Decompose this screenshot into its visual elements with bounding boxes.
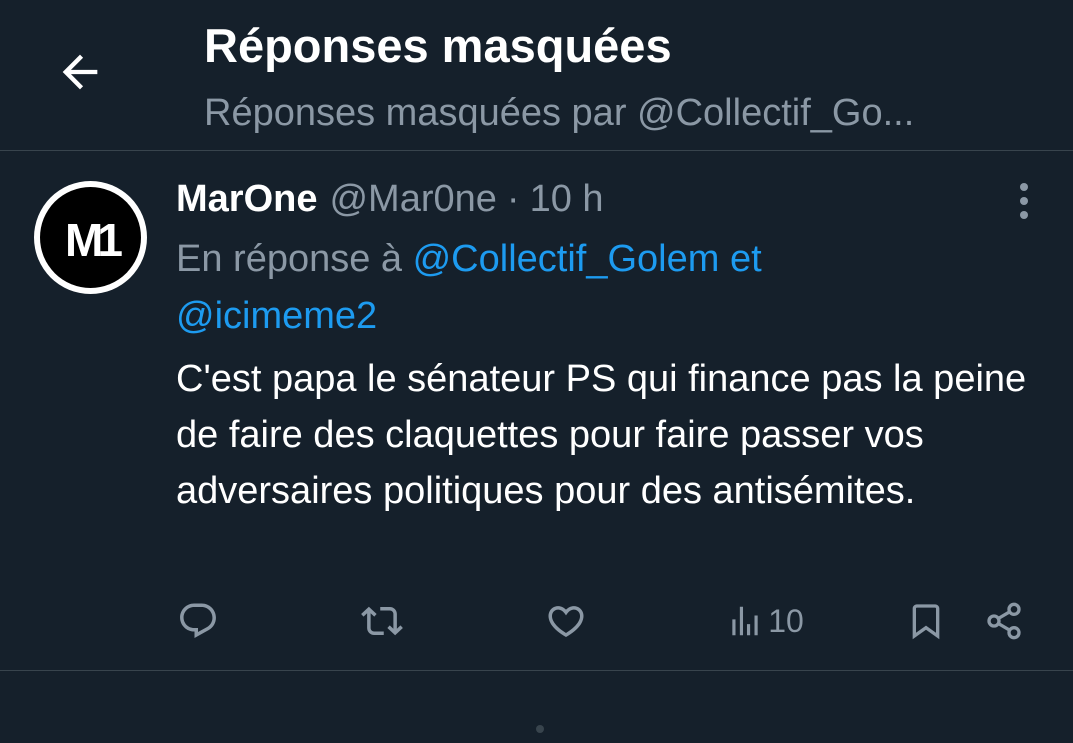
avatar-logo: M1 [40,187,141,288]
more-vertical-icon [1018,181,1030,226]
views-icon [726,602,764,640]
mention-link-collectif-golem[interactable]: @Collectif_Golem [413,238,720,280]
retweet-icon [360,600,404,642]
scroll-indicator [536,725,544,733]
more-button[interactable] [1000,179,1048,227]
reply-button[interactable] [174,591,222,651]
heart-icon [545,600,587,642]
meta-separator: · [506,178,520,220]
views-button[interactable]: 10 [720,591,810,651]
avatar[interactable]: M1 [34,181,147,294]
tweet[interactable]: M1 MarOne @Mar0ne · 10 h En réponse à @C… [0,151,1073,671]
bookmark-button[interactable] [904,591,948,651]
share-icon [984,601,1024,641]
tweet-header: MarOne @Mar0ne · 10 h [176,175,604,223]
views-count: 10 [768,602,804,639]
tweet-actions: 10 [0,591,1073,651]
reply-icon [177,600,219,642]
reply-context: En réponse à @Collectif_Golem et @icimeme… [176,231,1036,345]
author-name[interactable]: MarOne [176,175,317,223]
share-button[interactable] [982,591,1026,651]
bookmark-icon [906,600,946,642]
back-button[interactable] [42,38,118,110]
avatar-text: M1 [65,214,122,262]
page-subtitle: Réponses masquées par @Collectif_Go... [204,92,915,134]
author-handle[interactable]: @Mar0ne [329,175,496,223]
like-button[interactable] [542,591,590,651]
page-title: Réponses masquées [204,19,672,72]
tweet-text: C'est papa le sénateur PS qui finance pa… [176,358,1027,512]
mention-link-icimeme2[interactable]: @icimeme2 [176,295,377,337]
header: Réponses masquées Réponses masquées par … [0,0,1073,151]
reply-joiner: et [719,238,762,280]
reply-prefix: En réponse à [176,238,413,280]
retweet-button[interactable] [356,591,408,651]
arrow-left-icon [54,46,106,103]
tweet-time[interactable]: 10 h [530,175,604,223]
